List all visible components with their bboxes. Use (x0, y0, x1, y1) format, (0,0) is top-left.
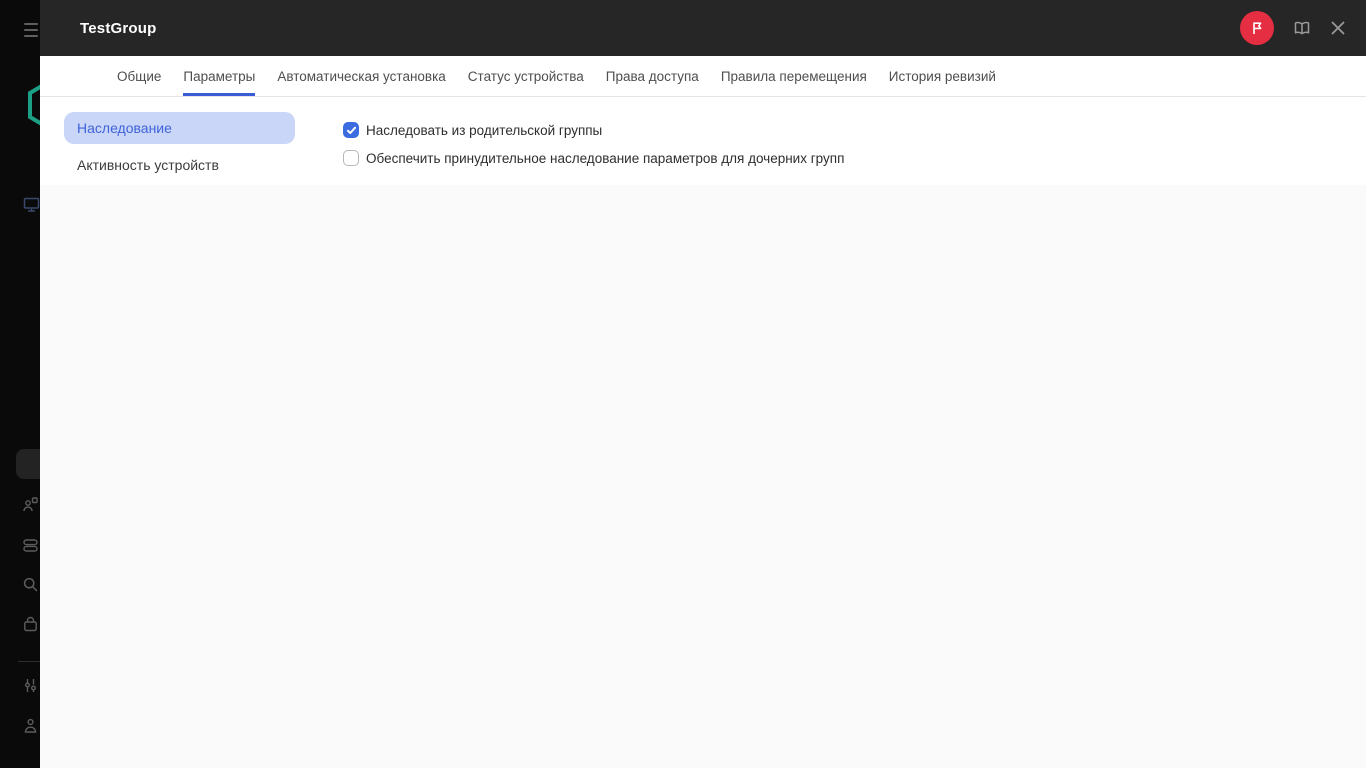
empty-content-area (40, 185, 1366, 768)
checkbox-row-inherit-from-parent[interactable]: Наследовать из родительской группы (343, 122, 844, 138)
tab-obshchie[interactable]: Общие (117, 56, 161, 96)
checkbox-label: Наследовать из родительской группы (366, 122, 603, 138)
checkbox-force-inheritance[interactable] (343, 150, 359, 166)
monitor-icon[interactable] (23, 196, 40, 218)
panel-header: TestGroup (40, 0, 1366, 56)
sidebar-divider (18, 661, 40, 662)
hamburger-menu-icon[interactable] (24, 23, 38, 41)
users-icon[interactable] (22, 496, 39, 513)
checkbox-label: Обеспечить принудительное наследование п… (366, 150, 845, 166)
sidebar-active-item-highlight (16, 449, 40, 479)
inheritance-settings: Наследовать из родительской группы Обесп… (320, 97, 844, 185)
tab-prava-dostupa[interactable]: Права доступа (606, 56, 699, 96)
checkbox-row-force-inheritance[interactable]: Обеспечить принудительное наследование п… (343, 150, 844, 166)
settings-subnav: Наследование Активность устройств (40, 97, 320, 185)
panel-title: TestGroup (80, 19, 157, 37)
tab-pravila-peremeshcheniya[interactable]: Правила перемещения (721, 56, 867, 96)
tab-parametry[interactable]: Параметры (183, 56, 255, 96)
bag-icon[interactable] (22, 616, 39, 633)
settings-section: Наследование Активность устройств Наслед… (40, 97, 1366, 185)
app-sidebar (0, 0, 40, 768)
close-icon[interactable] (1330, 20, 1346, 36)
subnav-item-aktivnost-ustroystv[interactable]: Активность устройств (77, 157, 320, 173)
book-icon[interactable] (1292, 18, 1312, 38)
tab-bar: Общие Параметры Автоматическая установка… (40, 56, 1366, 97)
tab-avtomaticheskaya-ustanovka[interactable]: Автоматическая установка (277, 56, 445, 96)
search-icon[interactable] (22, 576, 39, 593)
group-properties-panel: TestGroup Общие Параметры Автоматическая… (40, 0, 1366, 768)
account-icon[interactable] (22, 717, 39, 734)
server-icon[interactable] (22, 537, 39, 554)
hexagon-logo-icon (28, 82, 40, 133)
flag-badge-icon[interactable] (1240, 11, 1274, 45)
checkbox-inherit-from-parent[interactable] (343, 122, 359, 138)
tab-status-ustroystva[interactable]: Статус устройства (468, 56, 584, 96)
sliders-icon[interactable] (22, 677, 39, 694)
subnav-item-nasledovanie[interactable]: Наследование (64, 112, 295, 144)
tab-istoriya-reviziy[interactable]: История ревизий (889, 56, 996, 96)
